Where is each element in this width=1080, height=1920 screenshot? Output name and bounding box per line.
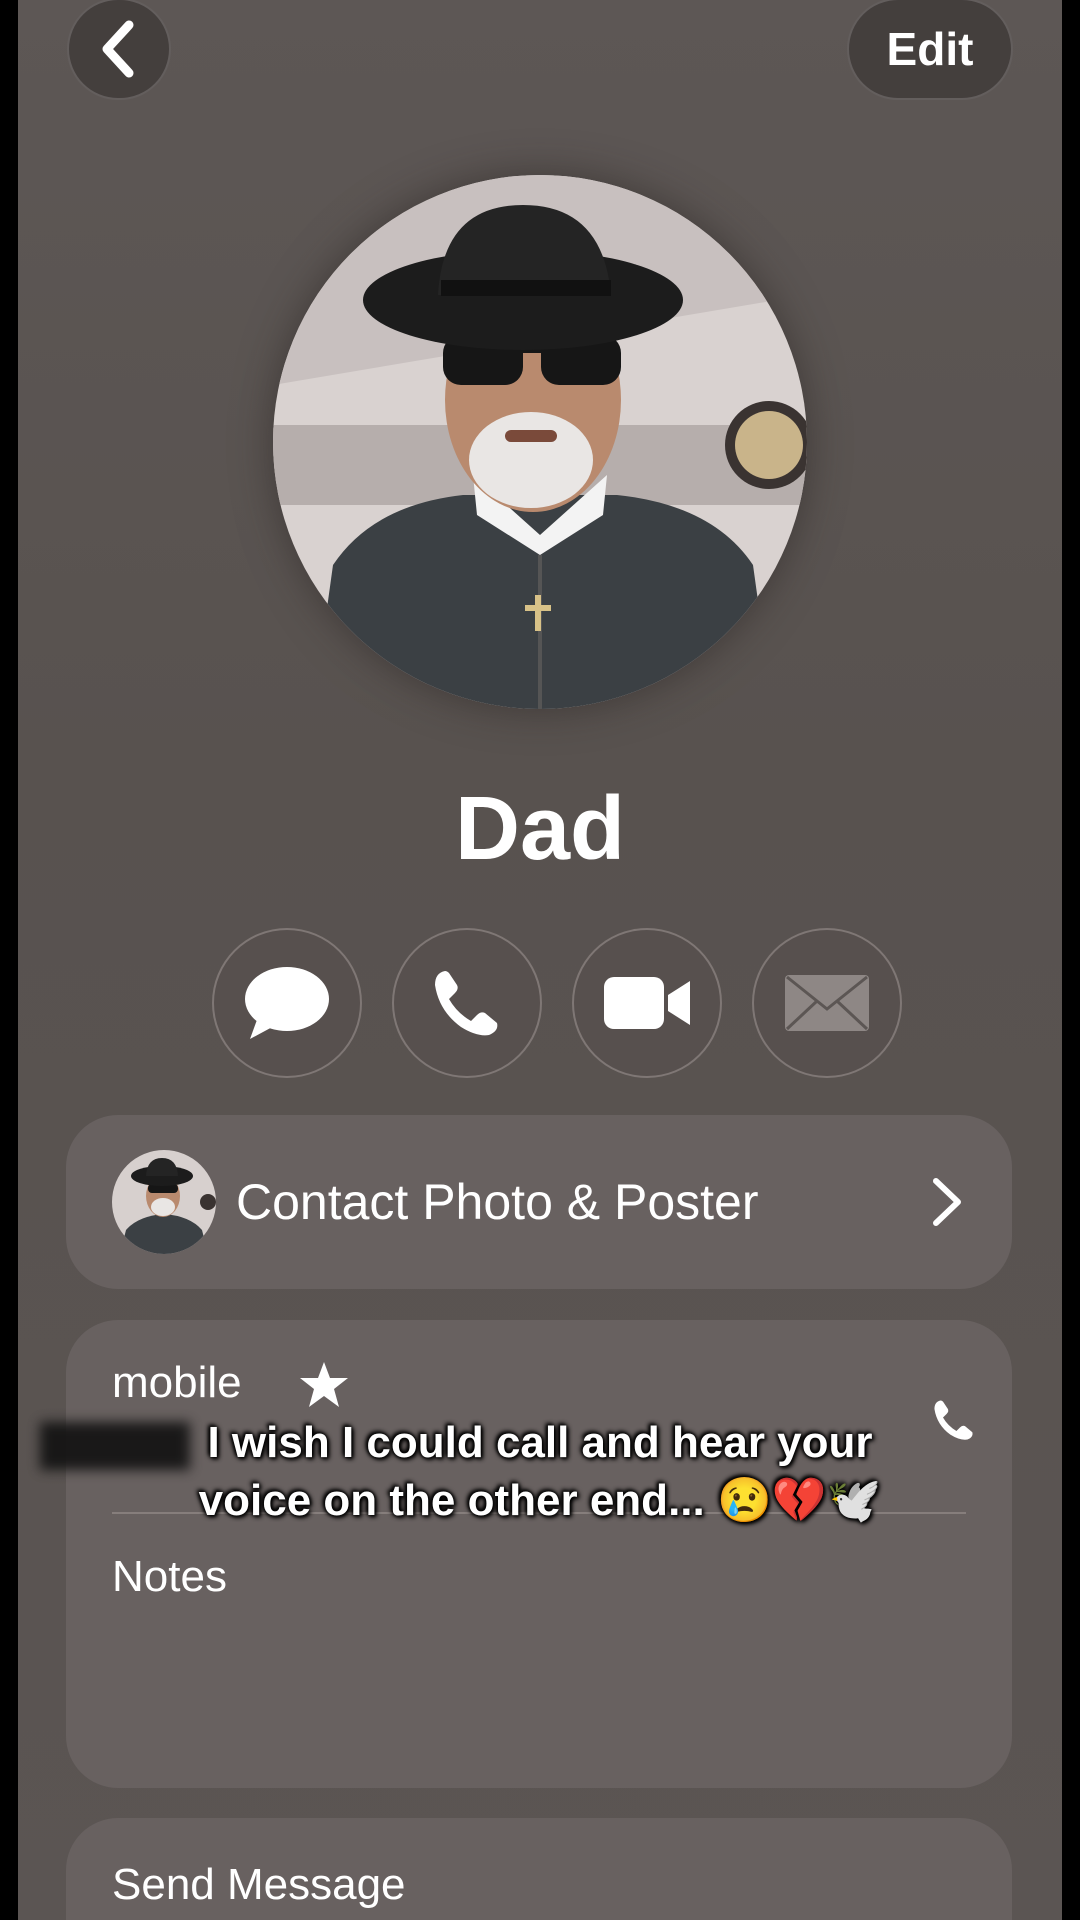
contact-name: Dad — [454, 779, 626, 879]
edit-button-label: Edit — [886, 23, 974, 75]
chevron-left-icon — [102, 20, 134, 78]
contact-avatar[interactable] — [273, 175, 807, 709]
mini-avatar — [112, 1150, 216, 1254]
action-row — [194, 928, 902, 1080]
overlay-caption-line-1: I wish I could call and hear your — [207, 1418, 873, 1467]
edit-button[interactable]: Edit — [847, 0, 1013, 100]
star-icon — [300, 1362, 348, 1407]
contact-info-card: mobile Notes — [66, 1320, 1012, 1788]
video-call-button[interactable] — [572, 928, 722, 1078]
contact-photo-poster-label: Contact Photo & Poster — [236, 1174, 759, 1230]
phone-icon — [435, 971, 498, 1036]
avatar-photo — [273, 175, 807, 709]
envelope-icon — [785, 975, 869, 1031]
send-message-row[interactable]: Send Message — [66, 1818, 1012, 1920]
video-camera-icon — [604, 977, 690, 1029]
message-button[interactable] — [212, 928, 362, 1078]
back-button[interactable] — [67, 0, 171, 100]
notes-label: Notes — [112, 1552, 227, 1601]
send-message-label: Send Message — [112, 1860, 406, 1909]
contact-screen: Edit Dad Contact Photo & Poster mobile N… — [18, 0, 1062, 1920]
chevron-right-icon — [933, 1178, 961, 1226]
contact-photo-poster-row[interactable]: Contact Photo & Poster — [66, 1115, 1012, 1289]
message-bubble-icon — [245, 967, 329, 1039]
phone-type-label: mobile — [112, 1358, 242, 1407]
overlay-caption-line-2: voice on the other end... 😢💔🕊️ — [198, 1476, 882, 1525]
notes-row[interactable]: Notes — [66, 1514, 1012, 1788]
call-button[interactable] — [392, 928, 542, 1078]
mail-button[interactable] — [752, 928, 902, 1078]
